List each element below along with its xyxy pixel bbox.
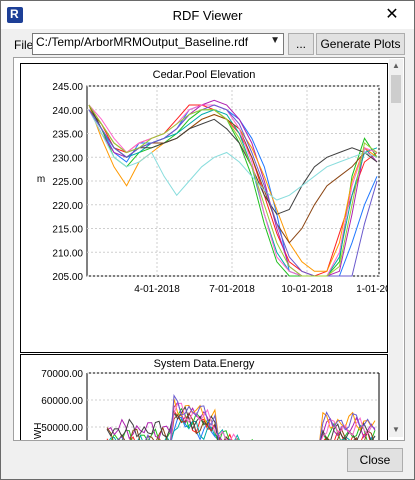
y-tick-label: 240.00 bbox=[52, 106, 83, 117]
file-path-value: C:/Temp/ArborMRMOutput_Baseline.rdf bbox=[36, 35, 249, 49]
pool-elevation-chart: Cedar.Pool Elevation 245.00 240.00 235.00 23… bbox=[20, 63, 402, 353]
x-tick-label: 10-01-2018 bbox=[281, 284, 333, 295]
pool-elevation-svg: Cedar.Pool Elevation 245.00 240.00 235.00 23… bbox=[37, 69, 402, 295]
y-tick-label: 60000.00 bbox=[41, 396, 83, 407]
y-tick-label: 230.00 bbox=[52, 153, 83, 164]
window-title: RDF Viewer bbox=[172, 8, 243, 23]
series-line bbox=[117, 394, 376, 440]
system-energy-chart: System Data.Energy 70000.00 60000.00 50000.… bbox=[20, 354, 388, 442]
series-line bbox=[170, 402, 376, 440]
rdf-viewer-window: R RDF Viewer ✕ File C:/Temp/ArborMRMOutp… bbox=[0, 0, 415, 480]
y-axis-label: MWH bbox=[33, 423, 44, 442]
y-tick-label: 50000.00 bbox=[41, 423, 83, 434]
scroll-thumb[interactable] bbox=[391, 75, 401, 103]
browse-button[interactable]: ... bbox=[288, 33, 314, 55]
y-axis-label: m bbox=[37, 174, 45, 185]
vertical-scrollbar[interactable]: ▲ ▼ bbox=[389, 59, 403, 437]
x-tick-label: 7-01-2018 bbox=[209, 284, 255, 295]
series-line bbox=[88, 109, 378, 244]
chevron-down-icon[interactable]: ▼ bbox=[270, 35, 280, 46]
series-line bbox=[88, 104, 378, 272]
series-line bbox=[170, 398, 376, 440]
generate-plots-button[interactable]: Generate Plots bbox=[316, 33, 405, 55]
y-tick-label: 245.00 bbox=[52, 82, 83, 93]
y-tick-label: 215.00 bbox=[52, 225, 83, 236]
window-close-icon[interactable]: ✕ bbox=[374, 3, 410, 25]
y-tick-label: 70000.00 bbox=[41, 369, 83, 380]
chart-title: System Data.Energy bbox=[154, 358, 255, 370]
series-line bbox=[106, 401, 376, 440]
chart-title: Cedar.Pool Elevation bbox=[153, 69, 256, 81]
y-tick-label: 225.00 bbox=[52, 177, 83, 188]
x-tick-label: 4-01-2018 bbox=[134, 284, 180, 295]
system-energy-svg: System Data.Energy 70000.00 60000.00 50000.… bbox=[33, 358, 380, 442]
close-button[interactable]: Close bbox=[347, 448, 403, 472]
y-tick-label: 210.00 bbox=[52, 248, 83, 259]
x-tick-label: 1-01-2019 bbox=[356, 284, 387, 295]
y-tick-label: 220.00 bbox=[52, 201, 83, 212]
file-label: File bbox=[14, 38, 34, 52]
y-tick-label: 205.00 bbox=[52, 272, 83, 283]
plots-panel[interactable]: Cedar.Pool Elevation 245.00 240.00 235.00 23… bbox=[13, 57, 405, 441]
title-bar: R RDF Viewer ✕ bbox=[1, 1, 414, 29]
file-path-combobox[interactable]: C:/Temp/ArborMRMOutput_Baseline.rdf ▼ bbox=[32, 33, 284, 55]
y-tick-label: 235.00 bbox=[52, 130, 83, 141]
scroll-down-icon[interactable]: ▼ bbox=[389, 423, 403, 437]
scroll-up-icon[interactable]: ▲ bbox=[389, 59, 403, 73]
